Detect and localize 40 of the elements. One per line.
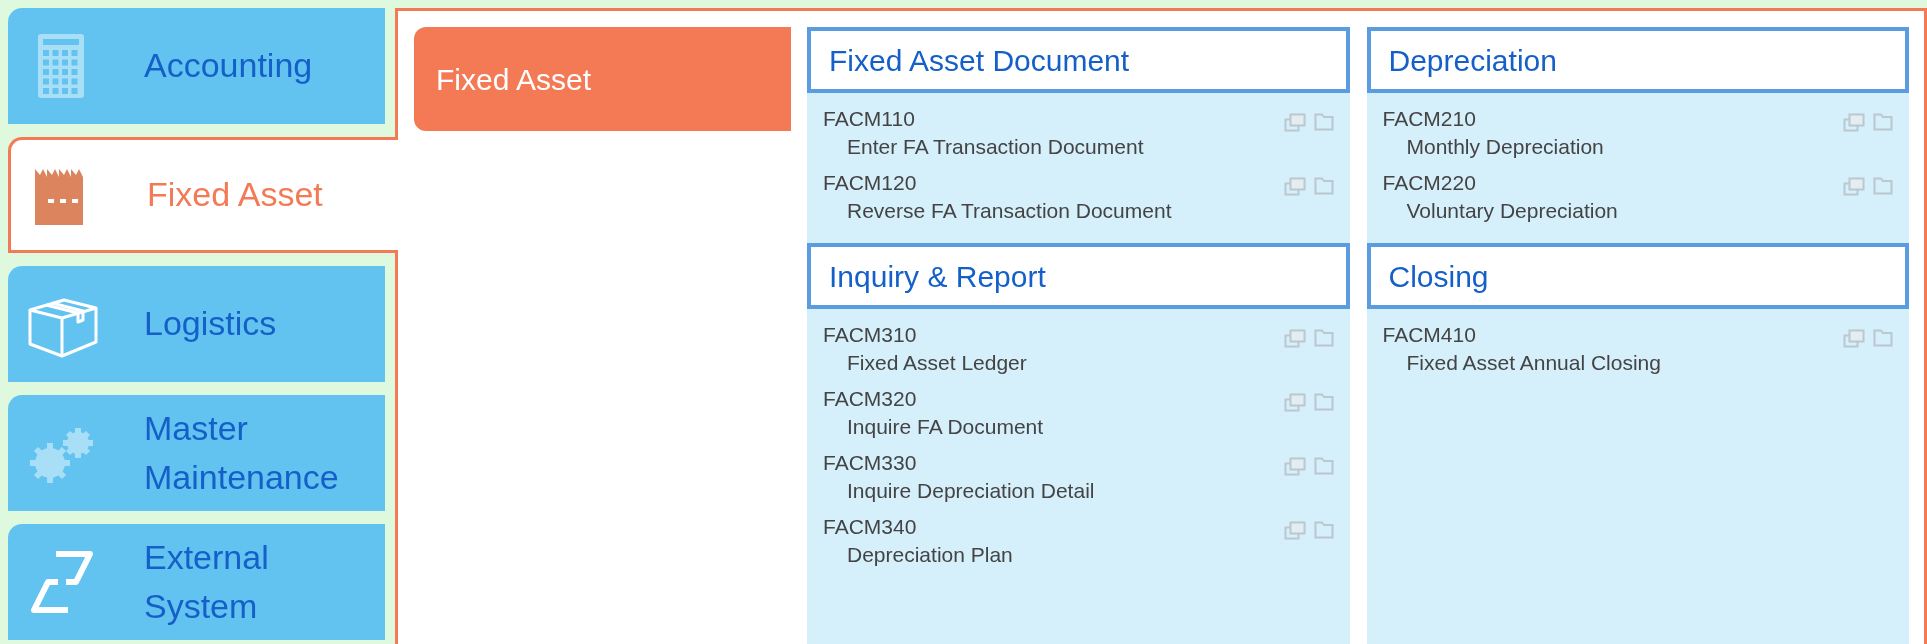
- folder-icon[interactable]: [1313, 177, 1334, 195]
- folder-icon[interactable]: [1873, 113, 1893, 131]
- program-code[interactable]: FACM340: [823, 513, 1013, 541]
- copy-icon[interactable]: [1283, 177, 1306, 197]
- folder-icon[interactable]: [1873, 329, 1893, 347]
- copy-icon[interactable]: [1283, 329, 1306, 349]
- program-title[interactable]: Fixed Asset Annual Closing: [1382, 349, 1661, 377]
- program-code[interactable]: FACM310: [823, 321, 1027, 349]
- program-code[interactable]: FACM330: [823, 449, 1095, 477]
- program-title[interactable]: Enter FA Transaction Document: [823, 133, 1144, 161]
- copy-icon[interactable]: [1843, 113, 1865, 133]
- section-header: Fixed Asset Document: [807, 27, 1350, 93]
- folder-icon[interactable]: [1313, 113, 1334, 131]
- program-title[interactable]: Monthly Depreciation: [1382, 133, 1604, 161]
- section-header: Closing: [1366, 243, 1909, 309]
- copy-icon[interactable]: [1283, 457, 1306, 477]
- program-title[interactable]: Fixed Asset Ledger: [823, 349, 1027, 377]
- folder-icon[interactable]: [1313, 393, 1334, 411]
- copy-icon[interactable]: [1843, 329, 1865, 349]
- section-header: Depreciation: [1366, 27, 1909, 93]
- folder-icon[interactable]: [1313, 329, 1334, 347]
- program-title[interactable]: Depreciation Plan: [823, 541, 1013, 569]
- program-code[interactable]: FACM120: [823, 169, 1172, 197]
- program-title[interactable]: Reverse FA Transaction Document: [823, 197, 1172, 225]
- program-code[interactable]: FACM210: [1382, 105, 1604, 133]
- program-code[interactable]: FACM410: [1382, 321, 1661, 349]
- program-title[interactable]: Voluntary Depreciation: [1382, 197, 1618, 225]
- program-title[interactable]: Inquire Depreciation Detail: [823, 477, 1095, 505]
- program-code[interactable]: FACM320: [823, 385, 1044, 413]
- program-code[interactable]: FACM220: [1382, 169, 1618, 197]
- folder-icon[interactable]: [1313, 521, 1334, 539]
- copy-icon[interactable]: [1843, 177, 1865, 197]
- copy-icon[interactable]: [1283, 393, 1306, 413]
- copy-icon[interactable]: [1283, 113, 1306, 133]
- section-header: Inquiry & Report: [807, 243, 1350, 309]
- copy-icon[interactable]: [1283, 521, 1306, 541]
- folder-icon[interactable]: [1873, 177, 1893, 195]
- program-title[interactable]: Inquire FA Document: [823, 413, 1044, 441]
- folder-icon[interactable]: [1313, 457, 1334, 475]
- program-code[interactable]: FACM110: [823, 105, 1144, 133]
